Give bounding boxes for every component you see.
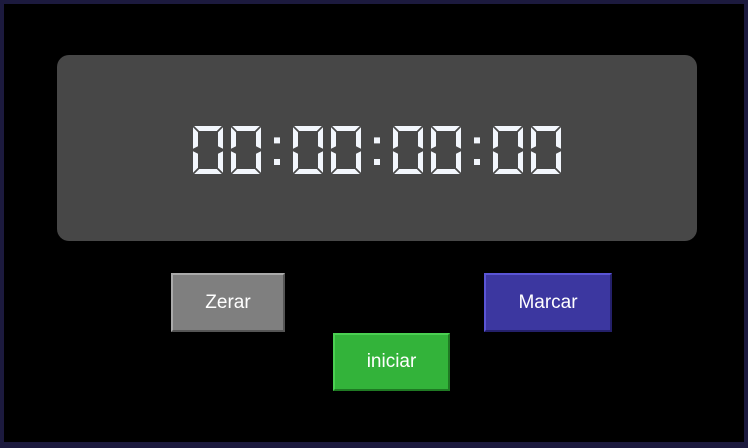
lap-button[interactable]: Marcar [484,273,612,332]
lap-button-label: Marcar [518,291,578,313]
display-digit-1 [231,126,261,174]
display-digit-5 [431,126,461,174]
display-digit-2 [293,126,323,174]
time-display-digits [193,126,561,174]
display-digit-3 [331,126,361,174]
time-display-panel: 00:00:00:00 [57,55,697,241]
reset-button-label: Zerar [205,291,251,313]
frame-bottom-edge [0,442,748,448]
display-digit-0 [193,126,223,174]
app-window: 00:00:00:00 Zerar Marcar iniciar [0,0,748,448]
start-button[interactable]: iniciar [333,333,450,391]
display-digit-7 [531,126,561,174]
colon-separator-1 [374,137,380,165]
display-digit-6 [493,126,523,174]
start-button-label: iniciar [366,351,417,372]
display-digit-4 [393,126,423,174]
reset-button[interactable]: Zerar [171,273,285,332]
colon-separator-0 [274,137,280,165]
colon-separator-2 [474,137,480,165]
